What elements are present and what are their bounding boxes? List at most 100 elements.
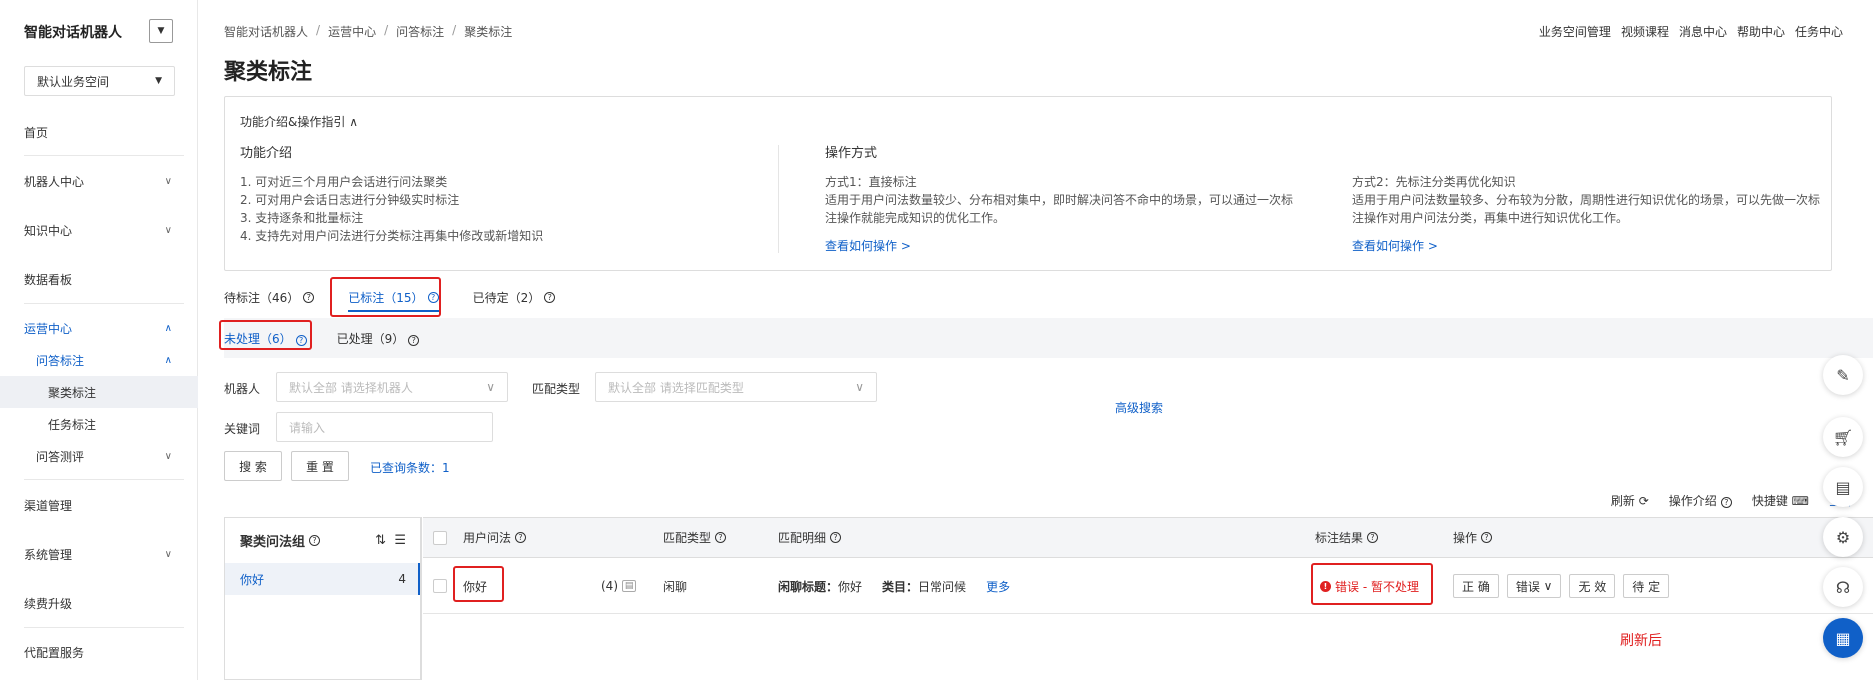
ops-title: 操作方式 [825, 146, 878, 161]
link-help-center[interactable]: 帮助中心 [1737, 23, 1785, 40]
sidebar-item-task-annotation[interactable]: 任务标注 [0, 408, 198, 440]
col-question: 用户问法? [463, 529, 527, 546]
more-link[interactable]: 更多 [986, 578, 1010, 595]
way1-link[interactable]: 查看如何操作 > [825, 237, 1293, 255]
sidebar-item-label: 聚类标注 [48, 385, 97, 400]
gear-icon[interactable]: ⚙ [1823, 517, 1863, 557]
sidebar-item-knowledge-center[interactable]: 知识中心 ∨ [0, 214, 198, 246]
reset-button[interactable]: 重 置 [291, 451, 349, 481]
sidebar-item-renewal[interactable]: 续费升级 [0, 587, 198, 619]
sidebar-item-dashboard[interactable]: 数据看板 [0, 263, 198, 295]
row-checkbox[interactable] [433, 579, 447, 593]
sidebar-item-label: 知识中心 [24, 223, 73, 238]
groups-title: 聚类问法组 [240, 535, 306, 550]
sidebar-item-config-service[interactable]: 代配置服务 [0, 636, 198, 668]
breadcrumb-item[interactable]: 问答标注 [396, 23, 444, 40]
wrong-label: 错误 [1515, 579, 1540, 594]
sidebar-item-ops-center[interactable]: 运营中心 ∧ [0, 312, 198, 344]
breadcrumb: 智能对话机器人 / 运营中心 / 问答标注 / 聚类标注 [224, 23, 513, 40]
tab-on-hold[interactable]: 已待定（2）? [473, 282, 556, 312]
edit-icon[interactable]: ✎ [1823, 355, 1863, 395]
robot-placeholder: 默认全部 请选择机器人 [289, 380, 413, 395]
link-video-courses[interactable]: 视频课程 [1621, 23, 1669, 40]
detail-category-value: 日常问候 [918, 579, 967, 594]
cluster-groups-panel: 聚类问法组? ⇅ ☰ 你好 4 [224, 517, 422, 680]
col-result: 标注结果? [1315, 529, 1379, 546]
groups-header: 聚类问法组? ⇅ ☰ [225, 518, 420, 563]
group-item[interactable]: 你好 4 [225, 563, 420, 595]
link-workspace-mgmt[interactable]: 业务空间管理 [1539, 23, 1611, 40]
intro-column: 功能介绍 1. 可对近三个月用户会话进行问法聚类 2. 可对用户会话日志进行分钟… [240, 145, 543, 245]
main-content: 智能对话机器人 / 运营中心 / 问答标注 / 聚类标注 业务空间管理 视频课程 消息… [198, 0, 1873, 680]
api-doc-icon[interactable]: ▤ [1823, 467, 1863, 507]
refresh-button[interactable]: 刷新 ⟳ [1611, 492, 1649, 509]
sidebar-item-label: 代配置服务 [24, 645, 85, 660]
divider [24, 479, 184, 480]
sidebar-item-qa-annotation[interactable]: 问答标注 ∧ [0, 344, 198, 376]
robot-select[interactable]: 默认全部 请选择机器人 ∨ [276, 372, 508, 402]
table-header: 用户问法? 匹配类型? 匹配明细? 标注结果? 操作? [423, 518, 1873, 558]
collapse-dropdown-button[interactable]: ▼ [149, 19, 173, 43]
caret-down-icon: ▼ [155, 76, 162, 86]
chat-icon[interactable]: ▤ [621, 580, 637, 592]
question-icon: ? [1720, 497, 1732, 508]
row-actions: 正 确 错误 ∨ 无 效 待 定 [1453, 558, 1677, 614]
mark-wrong-dropdown[interactable]: 错误 ∨ [1506, 574, 1562, 598]
sidebar-item-qa-evaluation[interactable]: 问答测评 ∨ [0, 440, 198, 472]
sidebar-item-home[interactable]: 首页 [0, 116, 198, 148]
sidebar-item-robot-center[interactable]: 机器人中心 ∨ [0, 165, 198, 197]
highlight-box [1311, 563, 1433, 605]
chevron-down-icon: ∨ [164, 224, 172, 236]
sidebar-item-channel-mgmt[interactable]: 渠道管理 [0, 489, 198, 521]
sidebar-item-label: 运营中心 [24, 321, 73, 336]
sidebar-item-cluster-annotation[interactable]: 聚类标注 [0, 376, 198, 408]
advanced-search-link[interactable]: 高级搜索 [1115, 399, 1163, 416]
question-icon: ? [408, 334, 420, 346]
mark-correct-button[interactable]: 正 确 [1453, 574, 1499, 598]
link-message-center[interactable]: 消息中心 [1679, 23, 1727, 40]
sidebar-item-label: 续费升级 [24, 596, 73, 611]
mark-invalid-button[interactable]: 无 效 [1569, 574, 1616, 598]
detail-category-label: 类目： [882, 579, 919, 594]
divider [24, 627, 184, 628]
apps-grid-icon[interactable]: ▦ [1823, 618, 1863, 658]
keyword-placeholder: 请输入 [289, 420, 326, 435]
search-button[interactable]: 搜 索 [224, 451, 282, 481]
keyword-input[interactable]: 请输入 [276, 412, 493, 442]
breadcrumb-item[interactable]: 运营中心 [328, 23, 376, 40]
shortcut-button[interactable]: 快捷键 ⌨ [1752, 492, 1809, 509]
breadcrumb-item[interactable]: 智能对话机器人 [224, 23, 308, 40]
top-links: 业务空间管理 视频课程 消息中心 帮助中心 任务中心 [1539, 23, 1843, 40]
match-type-select[interactable]: 默认全部 请选择匹配类型 ∨ [595, 372, 877, 402]
sidebar-item-label: 首页 [24, 125, 49, 140]
link-task-center[interactable]: 任务中心 [1795, 23, 1843, 40]
divider [24, 155, 184, 156]
cart-icon[interactable]: 🛒︎ [1823, 417, 1863, 457]
table-row: 你好 (4) ▤ 闲聊 闲聊标题： 你好 类目： 日常问候 更多 ! 错误 - 暂不处… [423, 558, 1873, 614]
collapse-list-icon[interactable]: ☰ [394, 533, 406, 548]
subtab-processed[interactable]: 已处理（9）? [337, 330, 420, 347]
robot-filter-label: 机器人 [224, 382, 261, 396]
intro-title: 功能介绍 [240, 146, 293, 161]
col-header-label: 标注结果 [1315, 531, 1364, 545]
workspace-select[interactable]: 默认业务空间 ▼ [24, 66, 175, 96]
guide-toggle[interactable]: 功能介绍&操作指引 ∧ [240, 113, 358, 130]
ops-intro-button[interactable]: 操作介绍? [1669, 492, 1732, 509]
match-placeholder: 默认全部 请选择匹配类型 [608, 380, 744, 395]
tab-pending[interactable]: 待标注（46）? [224, 282, 315, 312]
way2-link[interactable]: 查看如何操作 > [1352, 237, 1820, 255]
keyboard-icon: ⌨ [1791, 494, 1809, 508]
select-all-checkbox[interactable] [433, 530, 447, 545]
question-icon: ? [303, 291, 315, 303]
col-header-label: 匹配类型 [663, 531, 712, 545]
tab-label: 已待定（2） [472, 290, 541, 305]
headset-icon[interactable]: ☊ [1823, 567, 1863, 607]
chevron-up-icon: ∧ [164, 322, 172, 334]
sidebar-item-system-mgmt[interactable]: 系统管理 ∨ [0, 538, 198, 570]
sort-icon[interactable]: ⇅ [375, 533, 386, 548]
result-count: 已查询条数：1 [370, 461, 450, 475]
intro-line: 4. 支持先对用户问法进行分类标注再集中修改或新增知识 [240, 229, 544, 243]
question-icon: ? [715, 532, 727, 543]
mark-pending-button[interactable]: 待 定 [1623, 574, 1670, 598]
way2-desc: 适用于用户问法数量较多、分布较为分散，周期性进行知识优化的场景，可以先做一次标 [1352, 193, 1821, 207]
